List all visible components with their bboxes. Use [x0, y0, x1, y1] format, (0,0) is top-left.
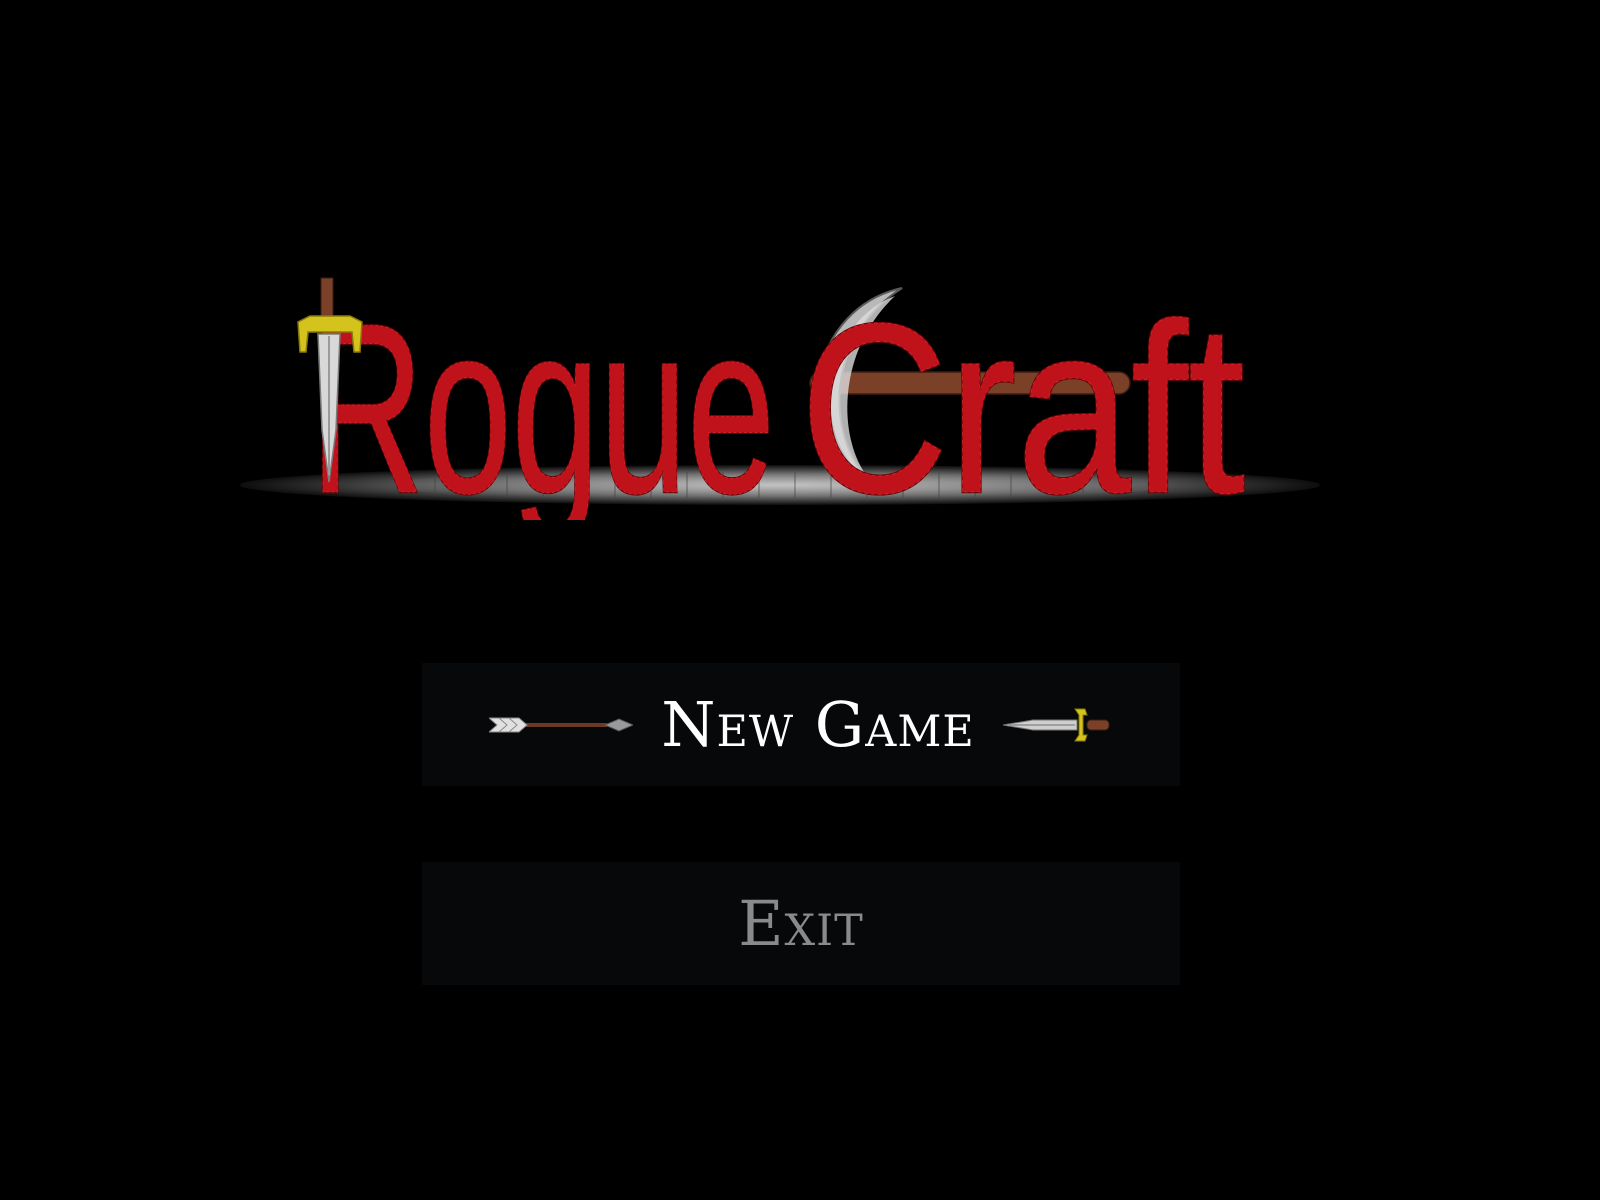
game-logo: Rogue Rogue Craft Craft — [240, 270, 1320, 520]
title-craft-pattern: Craft — [800, 274, 1245, 520]
arrow-icon — [489, 717, 634, 732]
exit-button[interactable]: Exit — [422, 862, 1180, 985]
new-game-label: New Game — [661, 687, 975, 761]
title-rogue-pattern: Rogue — [310, 274, 775, 520]
logo-artwork: Rogue Rogue Craft Craft — [297, 273, 1246, 520]
dagger-icon — [1002, 708, 1110, 741]
exit-label: Exit — [738, 886, 864, 960]
new-game-button[interactable]: New Game — [422, 663, 1180, 786]
